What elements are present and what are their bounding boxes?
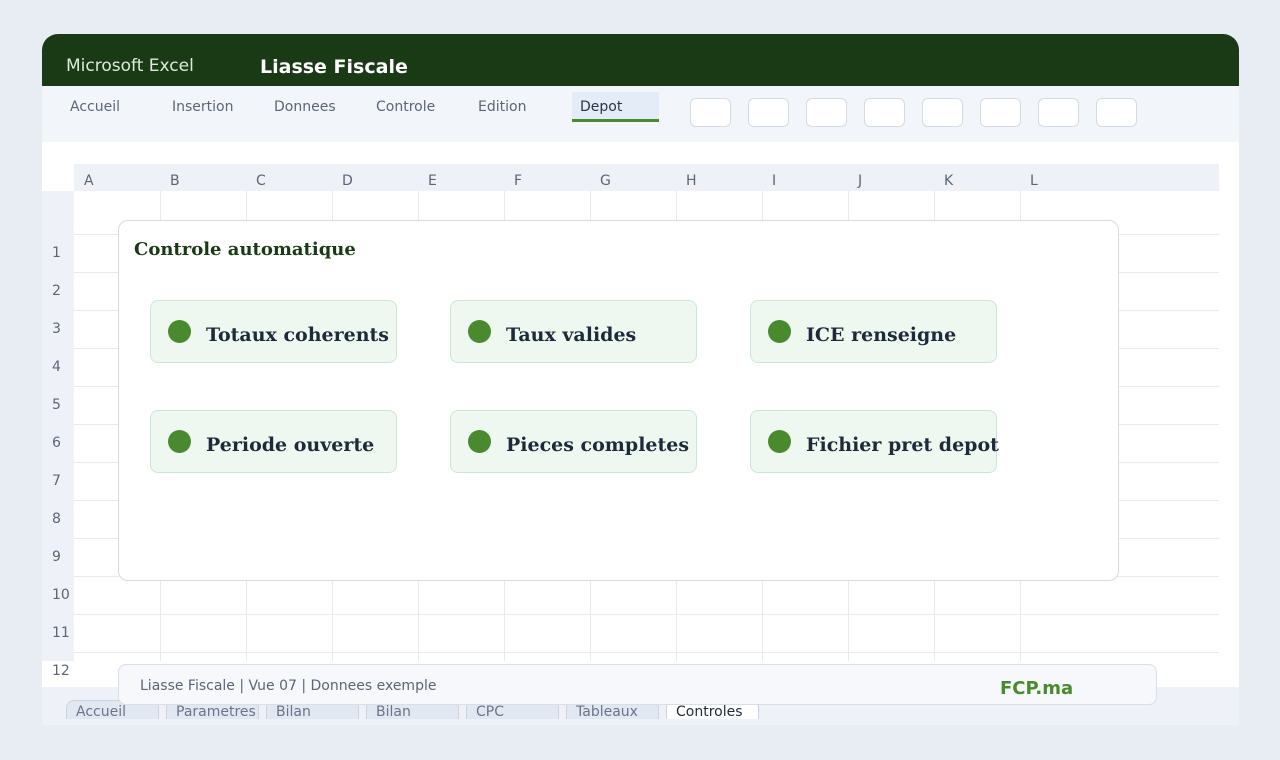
controle-automatique-panel: Controle automatique Totaux coherents Ta… [118, 220, 1119, 581]
ribbon: Accueil Insertion Donnees Controle Editi… [42, 86, 1239, 142]
column-header-c[interactable]: C [256, 171, 266, 191]
row-header-4[interactable]: 4 [52, 357, 61, 377]
title-bar: Microsoft Excel Liasse Fiscale [42, 34, 1239, 86]
row-header-2[interactable]: 2 [52, 281, 61, 301]
ribbon-tab-donnees[interactable]: Donnees [274, 92, 336, 122]
row-header-6[interactable]: 6 [52, 433, 61, 453]
ribbon-button-2[interactable] [748, 98, 789, 127]
check-card-periode-ouverte[interactable]: Periode ouverte [150, 410, 397, 473]
column-header-d[interactable]: D [342, 171, 353, 191]
row-header-12[interactable]: 12 [52, 661, 70, 681]
column-header-k[interactable]: K [944, 171, 953, 191]
check-label: Periode ouverte [206, 434, 375, 456]
check-label: Totaux coherents [206, 324, 390, 346]
status-dot-icon [168, 430, 191, 453]
ribbon-button-6[interactable] [980, 98, 1021, 127]
status-dot-icon [468, 320, 491, 343]
row-header-11[interactable]: 11 [52, 623, 70, 643]
check-card-pieces-completes[interactable]: Pieces completes [450, 410, 697, 473]
panel-title: Controle automatique [134, 239, 356, 260]
status-dot-icon [768, 430, 791, 453]
column-header-a[interactable]: A [84, 171, 94, 191]
row-header-7[interactable]: 7 [52, 471, 61, 491]
column-header-h[interactable]: H [686, 171, 697, 191]
check-card-fichier-pret-depot[interactable]: Fichier pret depot [750, 410, 999, 473]
check-label: Fichier pret depot [806, 434, 999, 456]
status-dot-icon [768, 320, 791, 343]
check-card-totaux-coherents[interactable]: Totaux coherents [150, 300, 397, 363]
ribbon-button-1[interactable] [690, 98, 731, 127]
row-header-8[interactable]: 8 [52, 509, 61, 529]
column-header-b[interactable]: B [170, 171, 180, 191]
row-header-5[interactable]: 5 [52, 395, 61, 415]
status-dot-icon [468, 430, 491, 453]
ribbon-tab-edition[interactable]: Edition [478, 92, 526, 122]
column-header-l[interactable]: L [1030, 171, 1038, 191]
status-bar: Liasse Fiscale | Vue 07 | Donnees exempl… [118, 664, 1157, 705]
check-label: ICE renseigne [806, 324, 957, 346]
row-header-10[interactable]: 10 [52, 585, 70, 605]
document-title: Liasse Fiscale [260, 56, 408, 78]
ribbon-button-5[interactable] [922, 98, 963, 127]
column-header-e[interactable]: E [428, 171, 437, 191]
ribbon-button-8[interactable] [1096, 98, 1137, 127]
column-header-i[interactable]: I [772, 171, 776, 191]
row-header-9[interactable]: 9 [52, 547, 61, 567]
ribbon-tab-controle[interactable]: Controle [376, 92, 435, 122]
app-name: Microsoft Excel [66, 56, 194, 76]
check-label: Pieces completes [506, 434, 690, 456]
brand-logo: FCP.ma [1000, 678, 1074, 699]
status-dot-icon [168, 320, 191, 343]
column-header-strip [74, 164, 1219, 191]
ribbon-button-3[interactable] [806, 98, 847, 127]
check-label: Taux valides [506, 324, 637, 346]
row-header-1[interactable]: 1 [52, 243, 61, 263]
ribbon-button-4[interactable] [864, 98, 905, 127]
column-header-g[interactable]: G [600, 171, 611, 191]
ribbon-button-7[interactable] [1038, 98, 1079, 127]
ribbon-tab-accueil[interactable]: Accueil [70, 92, 120, 122]
status-text: Liasse Fiscale | Vue 07 | Donnees exempl… [140, 678, 437, 694]
column-header-j[interactable]: J [858, 171, 862, 191]
check-card-ice-renseigne[interactable]: ICE renseigne [750, 300, 997, 363]
ribbon-tab-insertion[interactable]: Insertion [172, 92, 233, 122]
row-header-3[interactable]: 3 [52, 319, 61, 339]
column-header-f[interactable]: F [514, 171, 522, 191]
check-card-taux-valides[interactable]: Taux valides [450, 300, 697, 363]
ribbon-tab-depot[interactable]: Depot [572, 92, 659, 122]
